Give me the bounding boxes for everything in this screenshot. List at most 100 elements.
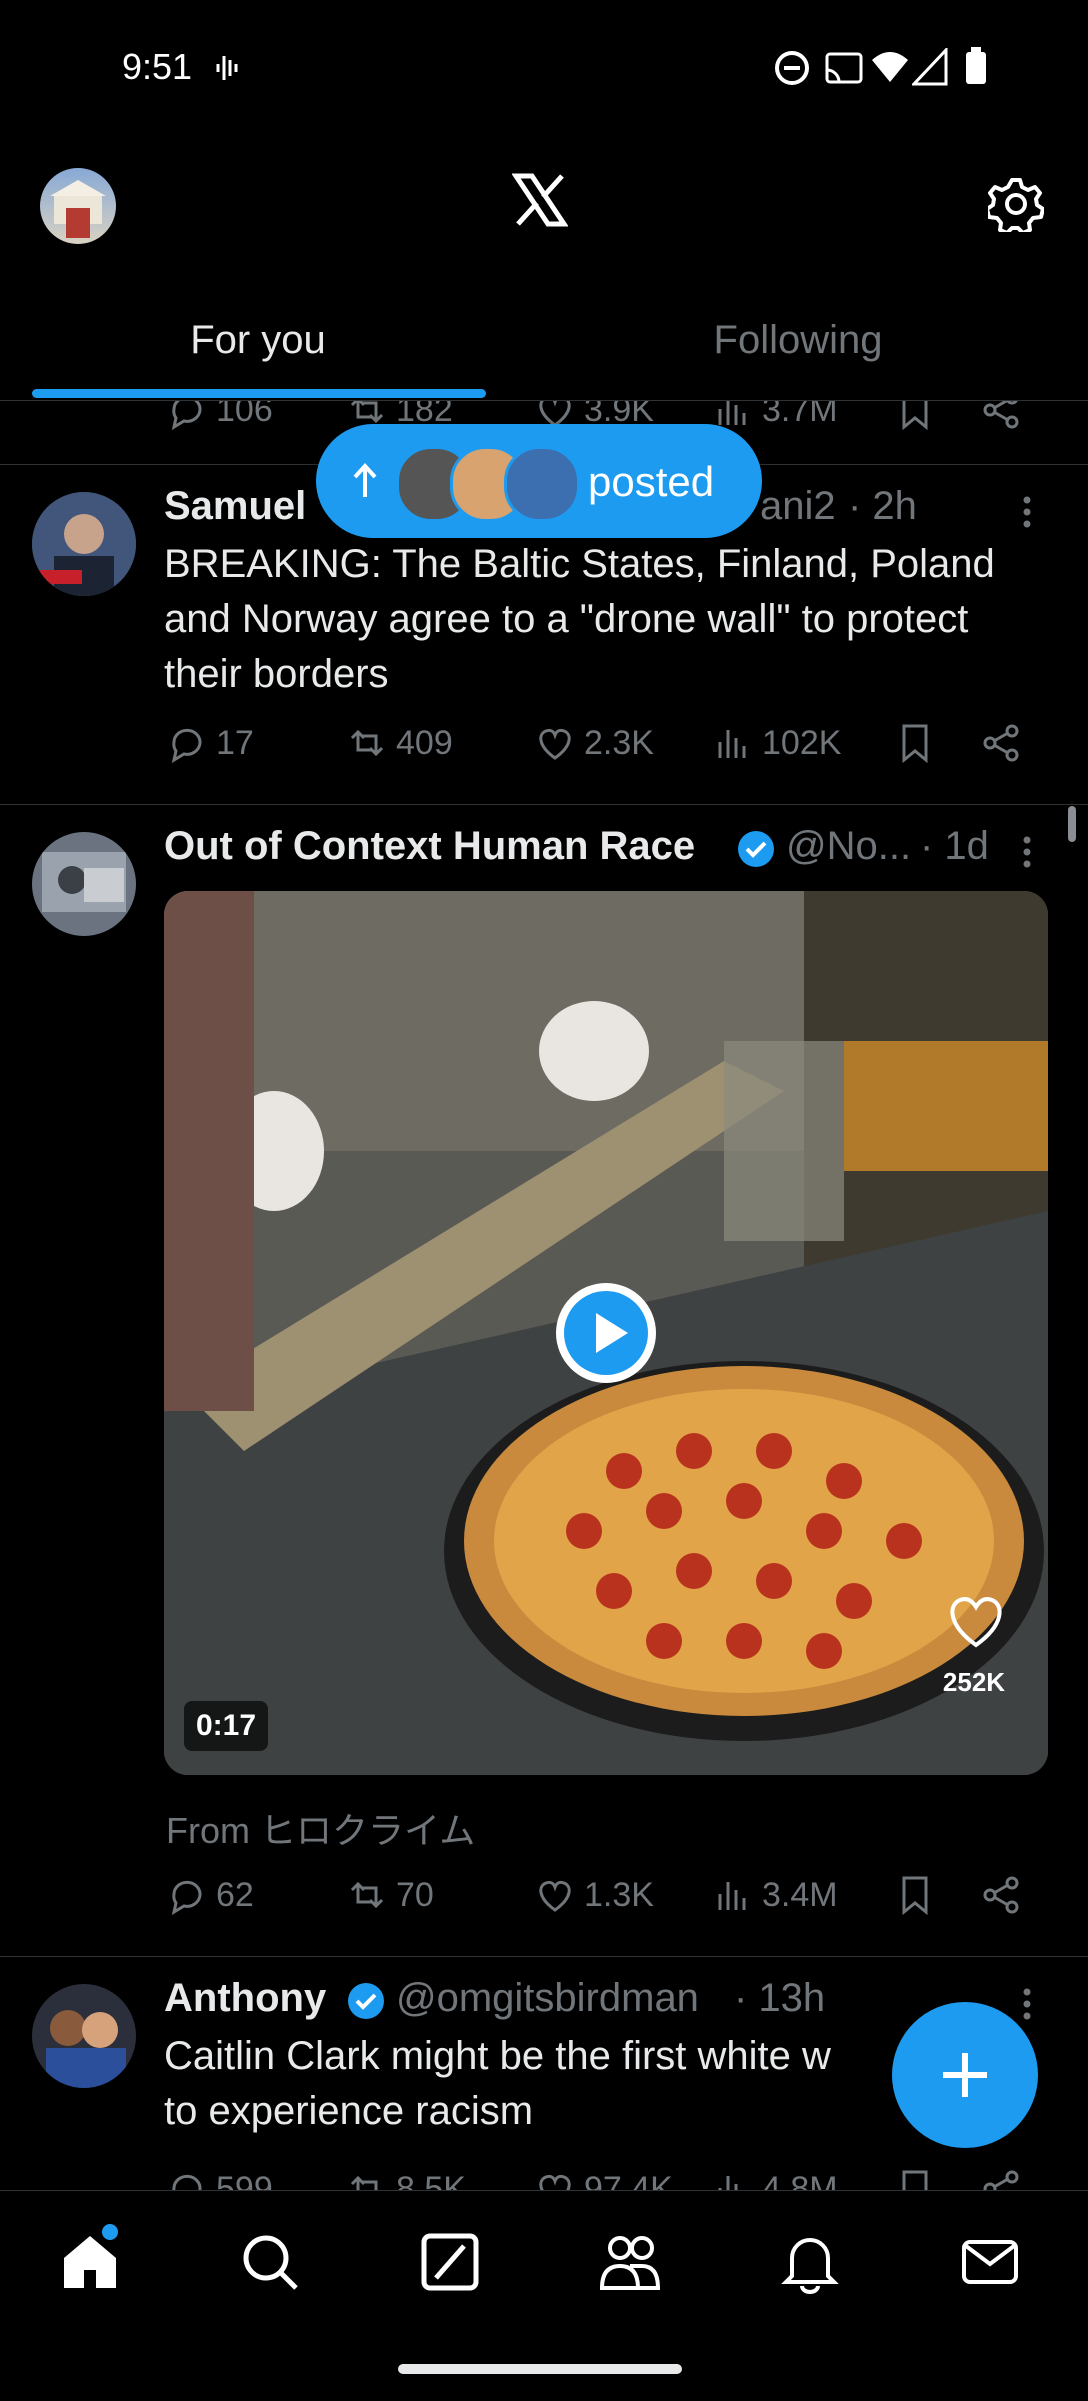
battery-icon bbox=[966, 47, 986, 84]
views-button[interactable]: 3.4M bbox=[712, 1874, 838, 1916]
notifications-icon[interactable] bbox=[778, 2230, 842, 2294]
new-posts-pill[interactable]: posted bbox=[316, 424, 762, 538]
more-options-icon[interactable] bbox=[1012, 1984, 1042, 2024]
tweet-author-name[interactable]: Out of Context Human Race bbox=[164, 824, 695, 869]
reply-button[interactable]: 106 bbox=[166, 401, 273, 431]
reply-button[interactable]: 17 bbox=[166, 722, 254, 764]
tweet-author-name[interactable]: Samuel bbox=[164, 484, 306, 529]
video-source[interactable]: From ヒロクライム bbox=[166, 1802, 475, 1854]
reply-icon bbox=[171, 728, 202, 764]
tweet-author-name[interactable]: Anthony bbox=[164, 1976, 326, 2021]
heart-icon bbox=[539, 2174, 571, 2190]
status-time: 9:51 bbox=[122, 46, 193, 87]
repost-icon bbox=[350, 2175, 378, 2190]
tweet-divider bbox=[0, 1956, 1088, 1957]
tweet-avatar[interactable] bbox=[32, 492, 136, 596]
repost-button[interactable]: 8.5K bbox=[346, 2168, 466, 2190]
bookmark-button[interactable] bbox=[894, 722, 936, 764]
video-heart-icon[interactable] bbox=[944, 1591, 1008, 1651]
plus-icon bbox=[943, 2053, 987, 2097]
wifi-icon bbox=[872, 52, 908, 82]
tweet-text: BREAKING: The Baltic States, Finland, Po… bbox=[164, 542, 995, 696]
tweet-time: · 2h bbox=[848, 484, 917, 528]
like-button[interactable]: 97.4K bbox=[534, 2168, 673, 2190]
bookmark-button[interactable] bbox=[894, 401, 936, 431]
tab-for-you[interactable]: For you bbox=[8, 318, 508, 363]
tweet-divider bbox=[0, 804, 1088, 805]
active-tab-indicator bbox=[32, 389, 486, 398]
bookmark-icon bbox=[902, 401, 928, 431]
reply-icon bbox=[171, 1880, 202, 1916]
like-button[interactable]: 1.3K bbox=[534, 1874, 654, 1916]
tweet-avatar[interactable] bbox=[32, 832, 136, 936]
status-bar: 9:51 bbox=[0, 0, 1088, 130]
bookmark-button[interactable] bbox=[894, 2168, 936, 2190]
bookmark-icon bbox=[902, 1876, 928, 1916]
communities-icon[interactable] bbox=[598, 2230, 662, 2294]
tweet-time: · 13h bbox=[734, 1976, 826, 2020]
repost-button[interactable]: 70 bbox=[346, 1874, 434, 1916]
gesture-handle[interactable] bbox=[398, 2364, 682, 2374]
views-icon bbox=[718, 730, 746, 758]
tweet-actions: 62 70 1.3K 3.4M bbox=[166, 1874, 1046, 1934]
bookmark-icon bbox=[902, 2170, 928, 2190]
share-icon bbox=[983, 724, 1019, 762]
share-button[interactable] bbox=[980, 2168, 1022, 2190]
scrollbar-thumb[interactable] bbox=[1068, 806, 1076, 842]
compose-button[interactable] bbox=[892, 2002, 1038, 2148]
x-logo-icon[interactable] bbox=[512, 172, 568, 228]
bookmark-button[interactable] bbox=[894, 1874, 936, 1916]
verified-badge-icon bbox=[738, 831, 774, 867]
video-duration: 0:17 bbox=[184, 1701, 269, 1751]
more-options-icon[interactable] bbox=[1012, 832, 1042, 872]
reply-icon bbox=[171, 401, 202, 431]
grok-icon[interactable] bbox=[418, 2230, 482, 2294]
posted-avatar bbox=[504, 446, 580, 522]
tweet-handle[interactable]: @omgitsbirdman bbox=[396, 1976, 699, 2021]
bookmark-icon bbox=[902, 724, 928, 764]
search-icon[interactable] bbox=[238, 2230, 302, 2294]
tweet-time: · 1d bbox=[920, 824, 989, 868]
voice-activity-icon bbox=[216, 56, 238, 80]
share-button[interactable] bbox=[980, 722, 1022, 764]
views-icon bbox=[718, 2176, 738, 2190]
new-posts-label: posted bbox=[588, 458, 715, 505]
heart-icon bbox=[539, 728, 571, 760]
tweet-avatar[interactable] bbox=[32, 1984, 136, 2088]
video-like-count: 252K bbox=[942, 1667, 1006, 1697]
share-button[interactable] bbox=[980, 401, 1022, 431]
share-icon bbox=[983, 1876, 1019, 1914]
play-button[interactable] bbox=[556, 1283, 656, 1383]
play-icon bbox=[564, 1291, 648, 1375]
do-not-disturb-icon bbox=[775, 51, 809, 85]
arrow-up-icon bbox=[353, 463, 377, 497]
repost-icon bbox=[350, 1881, 384, 1909]
heart-icon bbox=[539, 1880, 571, 1912]
views-button[interactable]: 102K bbox=[712, 722, 841, 764]
signal-icon bbox=[912, 48, 948, 86]
reply-button[interactable]: 599 bbox=[166, 2168, 273, 2190]
tweet-actions-clipped: 599 8.5K 97.4K 4.8M bbox=[0, 2160, 1088, 2190]
tweet-actions: 17 409 2.3K 102K bbox=[166, 722, 1046, 782]
settings-gear-icon[interactable] bbox=[988, 176, 1044, 232]
repost-icon bbox=[350, 729, 384, 757]
share-icon bbox=[983, 401, 1019, 429]
views-icon bbox=[718, 1882, 746, 1910]
cast-icon bbox=[825, 52, 863, 84]
verified-badge-icon bbox=[348, 1983, 384, 2019]
tweet-video[interactable]: 252K 0:17 bbox=[164, 891, 1048, 1775]
share-button[interactable] bbox=[980, 1874, 1022, 1916]
tab-following[interactable]: Following bbox=[548, 318, 1048, 363]
messages-icon[interactable] bbox=[958, 2230, 1022, 2294]
repost-button[interactable]: 409 bbox=[346, 722, 453, 764]
tweet-handle[interactable]: @No... bbox=[786, 824, 911, 869]
like-button[interactable]: 2.3K bbox=[534, 722, 654, 764]
tweet-handle[interactable]: ani2 bbox=[760, 484, 836, 529]
profile-avatar[interactable] bbox=[40, 168, 116, 244]
views-button[interactable]: 4.8M bbox=[712, 2168, 838, 2190]
views-button[interactable]: 3.7M bbox=[712, 401, 838, 431]
share-icon bbox=[983, 2170, 1019, 2190]
home-notification-dot bbox=[102, 2224, 118, 2240]
more-options-icon[interactable] bbox=[1012, 492, 1042, 532]
reply-button[interactable]: 62 bbox=[166, 1874, 254, 1916]
